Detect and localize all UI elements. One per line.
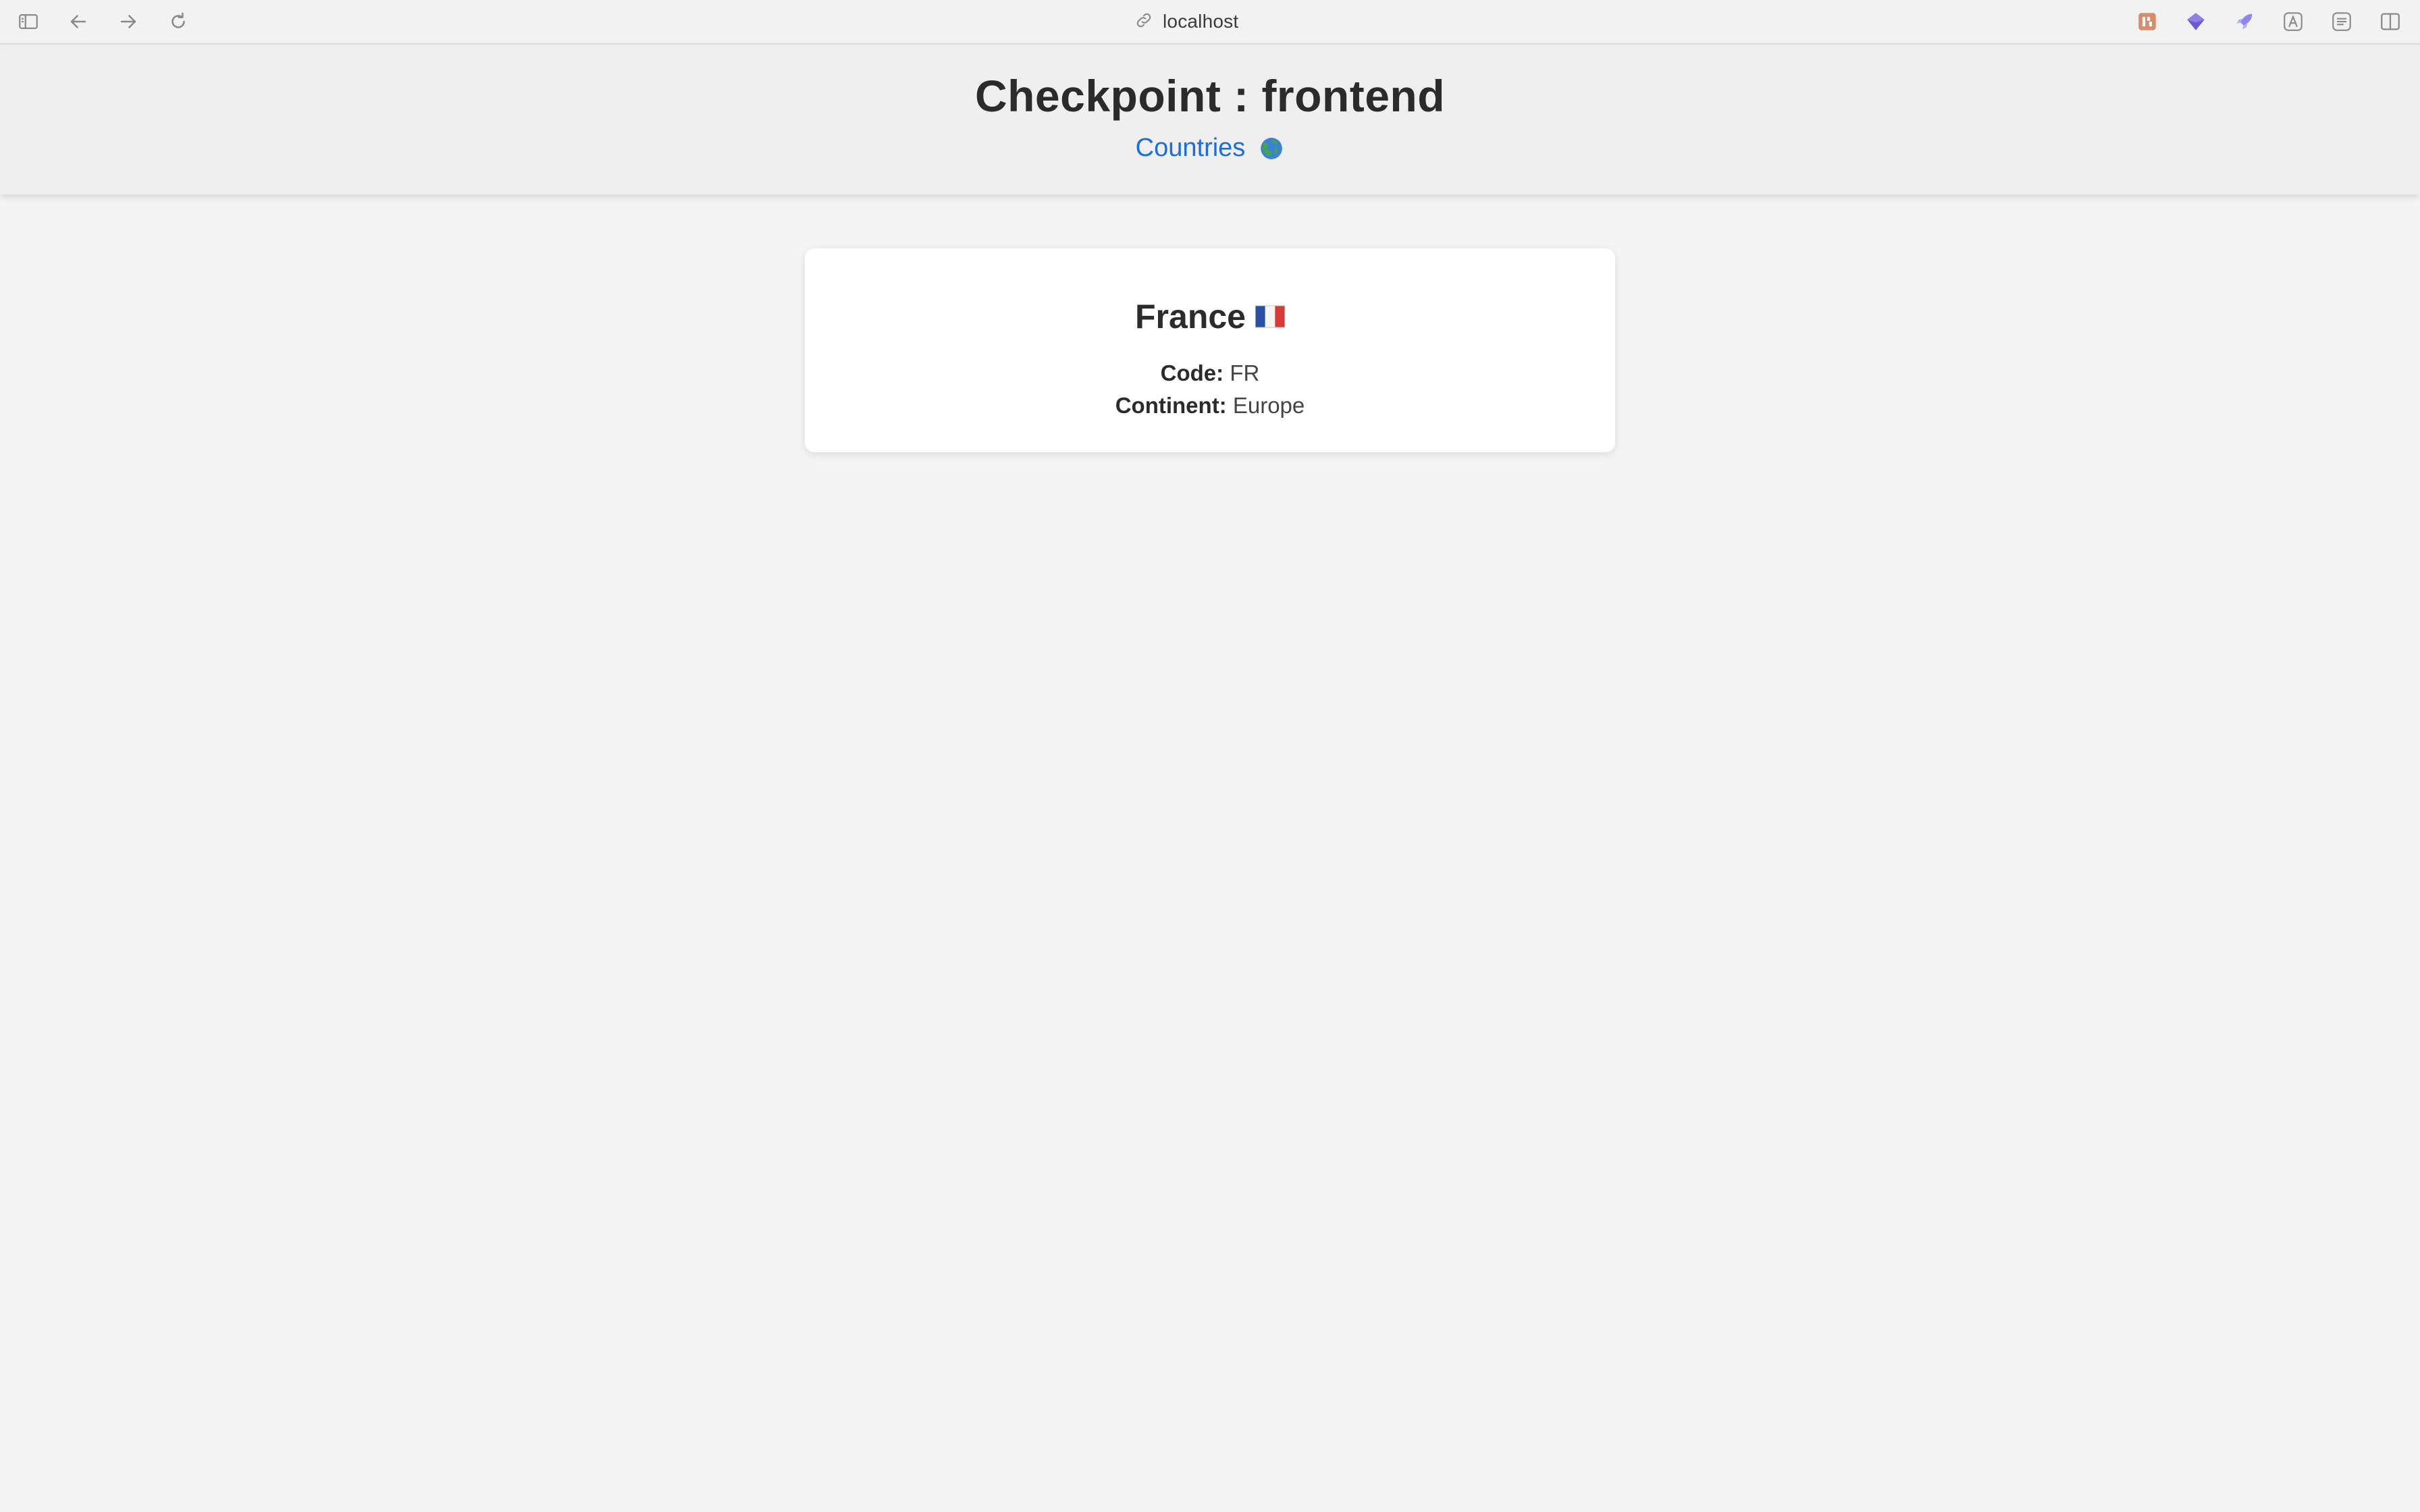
browser-toolbar: localhost <box>0 0 2420 45</box>
extension-translate-icon[interactable] <box>2281 9 2305 34</box>
country-name: France <box>1135 298 1246 335</box>
address-bar[interactable]: localhost <box>1134 7 1238 36</box>
page-title: Checkpoint : frontend <box>974 71 1446 121</box>
country-title-row: France <box>805 297 1615 336</box>
reload-icon[interactable] <box>165 9 192 34</box>
continent-label: Continent: <box>1115 393 1227 418</box>
main-nav: Countries <box>0 134 2420 163</box>
country-continent-row: Continent: Europe <box>805 393 1615 418</box>
extension-tile-icon[interactable] <box>2135 9 2159 34</box>
forward-arrow-icon[interactable] <box>115 9 142 34</box>
sidebar-toggle-icon[interactable] <box>15 9 42 34</box>
back-arrow-icon[interactable] <box>65 9 92 34</box>
extension-diamond-icon[interactable] <box>2184 9 2208 34</box>
globe-icon <box>1259 136 1284 161</box>
countries-link[interactable]: Countries <box>1136 134 1246 163</box>
code-label: Code: <box>1160 360 1224 385</box>
split-view-icon[interactable] <box>2378 9 2402 34</box>
site-header: Checkpoint : frontend Countries <box>0 45 2420 194</box>
link-icon <box>1134 11 1153 33</box>
continent-value: Europe <box>1232 393 1305 418</box>
code-value: FR <box>1230 360 1260 385</box>
extension-list-icon[interactable] <box>2330 9 2354 34</box>
france-flag-icon <box>1255 305 1285 328</box>
address-text: localhost <box>1163 11 1239 32</box>
country-code-row: Code: FR <box>805 360 1615 386</box>
country-card: France Code: FR Continent: Europe <box>805 248 1615 452</box>
extension-rocket-icon[interactable] <box>2232 9 2257 34</box>
